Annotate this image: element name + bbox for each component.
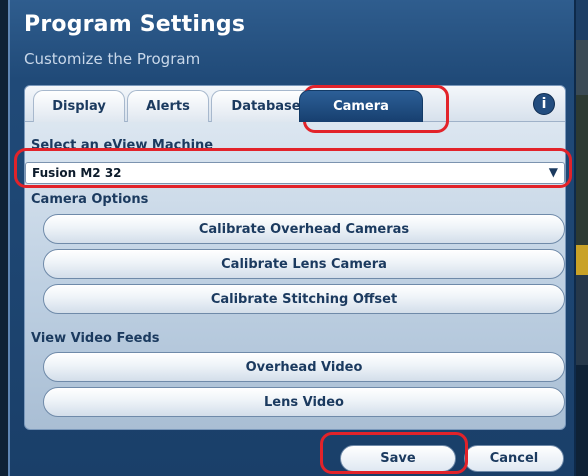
machine-select-label: Select an eView Machine bbox=[31, 138, 214, 153]
cancel-button[interactable]: Cancel bbox=[464, 445, 564, 472]
calibrate-stitching-offset-button[interactable]: Calibrate Stitching Offset bbox=[43, 284, 565, 314]
background-strip bbox=[574, 95, 588, 245]
chevron-down-icon: ▼ bbox=[548, 165, 558, 179]
tab-display[interactable]: Display bbox=[33, 90, 125, 122]
background-strip bbox=[574, 275, 588, 365]
tab-bar: Display Alerts Database Camera i bbox=[25, 86, 565, 122]
background-strip bbox=[574, 245, 588, 275]
tab-alerts[interactable]: Alerts bbox=[127, 90, 209, 122]
machine-select-value: Fusion M2 32 bbox=[32, 166, 122, 180]
dialog-subtitle: Customize the Program bbox=[24, 50, 201, 68]
calibrate-lens-camera-button[interactable]: Calibrate Lens Camera bbox=[43, 249, 565, 279]
program-settings-dialog: Program Settings Customize the Program D… bbox=[8, 0, 576, 476]
overhead-video-button[interactable]: Overhead Video bbox=[43, 352, 565, 382]
lens-video-button[interactable]: Lens Video bbox=[43, 387, 565, 417]
info-icon[interactable]: i bbox=[533, 93, 555, 115]
video-feeds-label: View Video Feeds bbox=[31, 331, 160, 346]
camera-options-label: Camera Options bbox=[31, 192, 149, 207]
dialog-title: Program Settings bbox=[24, 12, 246, 37]
tab-camera[interactable]: Camera bbox=[299, 90, 423, 122]
background-strip bbox=[574, 365, 588, 476]
save-button[interactable]: Save bbox=[340, 445, 456, 472]
calibrate-overhead-cameras-button[interactable]: Calibrate Overhead Cameras bbox=[43, 214, 565, 244]
machine-select[interactable]: Fusion M2 32 ▼ bbox=[25, 162, 565, 184]
settings-panel: Display Alerts Database Camera i Select … bbox=[24, 85, 566, 430]
background-strip bbox=[574, 40, 588, 95]
